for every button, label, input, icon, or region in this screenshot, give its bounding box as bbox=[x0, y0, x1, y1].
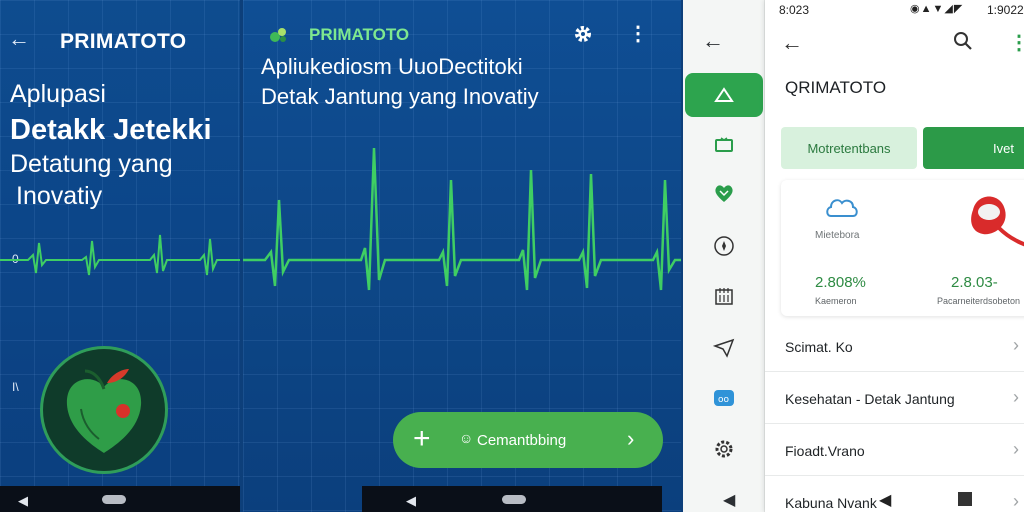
ecg-waveform bbox=[243, 147, 681, 291]
tv-icon bbox=[715, 137, 733, 152]
axis-label-bottom: I\ bbox=[12, 380, 19, 394]
tagline-line-3: Detatung yang bbox=[10, 150, 173, 178]
plus-icon: + bbox=[413, 422, 431, 455]
nav-back-icon[interactable]: ◀ bbox=[879, 490, 891, 510]
arrow-back-icon[interactable]: ← bbox=[781, 30, 803, 56]
app-logo-icon bbox=[270, 28, 286, 42]
stat-1-label: Kaemeron bbox=[815, 296, 857, 306]
rail-item-chat[interactable]: oo bbox=[685, 376, 763, 420]
app-logo bbox=[40, 346, 168, 474]
status-bar: 8:023 ◉▲▼◢◤ 1:9022 bbox=[765, 0, 1024, 20]
home-icon bbox=[714, 87, 734, 102]
status-battery: 1:9022 bbox=[987, 3, 1024, 17]
heart-apple-icon bbox=[66, 369, 142, 453]
list-item[interactable]: Fioadt.Vrano › bbox=[765, 424, 1024, 476]
screen-splash: ← PRIMATOTO Aplupasi Detakk Jetekki Deta… bbox=[0, 0, 240, 512]
list-item-label: Scimat. Ko bbox=[785, 339, 853, 355]
nav-back-icon[interactable]: ◀ bbox=[18, 493, 28, 509]
chevron-right-icon: › bbox=[1013, 491, 1019, 511]
tagline-line-2: Detakk Jetekki bbox=[10, 114, 212, 146]
chevron-right-icon: › bbox=[1013, 335, 1019, 355]
rail-item-compass[interactable] bbox=[685, 224, 763, 268]
arrow-back-icon[interactable]: ← bbox=[8, 28, 30, 50]
navigation-rail: ← oo ◀ bbox=[683, 0, 765, 512]
rail-item-home[interactable] bbox=[685, 73, 763, 117]
page-title: QRIMATOTO bbox=[785, 78, 887, 97]
main-panel: 8:023 ◉▲▼◢◤ 1:9022 ← ⋮ QRIMATOTO Motrete… bbox=[765, 0, 1024, 512]
status-time: 8:023 bbox=[779, 3, 810, 17]
rail-item-heart[interactable] bbox=[685, 171, 763, 215]
start-measure-label: Cemantbbing bbox=[477, 432, 567, 449]
list-item[interactable]: Kesehatan - Detak Jantung › bbox=[765, 372, 1024, 424]
list-item[interactable]: Scimat. Ko › bbox=[765, 320, 1024, 372]
stat-1-value: 2.808% bbox=[815, 274, 866, 291]
rail-item-tv[interactable] bbox=[685, 123, 763, 167]
system-nav-bar-2: ◀ bbox=[362, 486, 662, 512]
list-item-label: Kesehatan - Detak Jantung bbox=[785, 391, 955, 407]
tagline-line-1: Aplupasi bbox=[10, 80, 106, 108]
stat-2-value: 2.8.03- bbox=[951, 274, 998, 291]
svg-text:oo: oo bbox=[718, 395, 730, 405]
card-icon-label: Mietebora bbox=[815, 230, 860, 241]
start-measure-button[interactable]: + ☺ Cemantbbing › bbox=[393, 412, 663, 468]
nav-back-icon[interactable]: ◀ bbox=[723, 490, 735, 510]
nav-home-icon[interactable] bbox=[102, 495, 126, 504]
chevron-right-icon: › bbox=[1013, 387, 1019, 407]
secondary-button[interactable]: Motretentbans bbox=[781, 127, 917, 169]
chevron-right-icon: › bbox=[1013, 439, 1019, 459]
list-item-label: Fioadt.Vrano bbox=[785, 443, 865, 459]
stat-2-label: Pacarneiterdsobeton bbox=[937, 296, 1021, 306]
send-icon bbox=[713, 338, 735, 358]
gear-icon[interactable] bbox=[573, 24, 593, 44]
stats-card: Mietebora 2.808% Kaemeron 2.8.03- Pacarn… bbox=[781, 180, 1024, 316]
more-vert-icon[interactable]: ⋮ bbox=[628, 24, 648, 44]
arrow-back-icon[interactable]: ← bbox=[702, 28, 724, 54]
app-comparison-screenshot: ← PRIMATOTO Aplupasi Detakk Jetekki Deta… bbox=[0, 0, 1024, 512]
heart-monitor-device-icon bbox=[971, 196, 1024, 247]
app-title: PRIMATOTO bbox=[60, 30, 187, 53]
chat-icon: oo bbox=[714, 390, 734, 406]
calendar-icon bbox=[715, 288, 733, 305]
subtitle-line-1: Apliukediosm UuoDectitoki bbox=[261, 54, 523, 79]
primary-button[interactable]: Ivet bbox=[923, 127, 1024, 169]
heart-icon bbox=[715, 185, 733, 202]
rail-item-calendar[interactable] bbox=[685, 274, 763, 318]
nav-home-icon[interactable] bbox=[502, 495, 526, 504]
rail-item-settings[interactable] bbox=[685, 427, 763, 471]
list-item-label: Kabuna Nvank bbox=[785, 495, 877, 511]
chevron-right-icon: › bbox=[627, 426, 635, 451]
settings-icon bbox=[715, 440, 733, 458]
app-title: PRIMATOTO bbox=[309, 25, 410, 44]
ecg-waveform bbox=[0, 234, 240, 276]
screen-dashboard: ← oo ◀ 8:023 ◉▲▼◢◤ 1:9022 ← ⋮ QRIMATOTO … bbox=[683, 0, 1024, 512]
list-item[interactable]: Kabuna Nvank › bbox=[765, 476, 1024, 512]
settings-list: Scimat. Ko › Kesehatan - Detak Jantung ›… bbox=[765, 320, 1024, 512]
emoji-icon: ☺ bbox=[459, 430, 474, 446]
nav-recents-icon[interactable] bbox=[958, 492, 972, 506]
cloud-icon bbox=[826, 199, 858, 217]
screen-monitor: PRIMATOTO ⋮ Apliukediosm UuoDectitoki De… bbox=[243, 0, 681, 512]
tagline-line-4: Inovatiy bbox=[16, 182, 103, 210]
more-vert-icon[interactable]: ⋮ bbox=[1009, 30, 1024, 55]
system-nav-bar-1: ◀ bbox=[0, 486, 240, 512]
status-icons: ◉▲▼◢◤ bbox=[910, 3, 964, 15]
compass-icon bbox=[714, 236, 734, 256]
search-icon[interactable] bbox=[953, 31, 973, 51]
nav-back-icon[interactable]: ◀ bbox=[406, 493, 416, 509]
rail-item-send[interactable] bbox=[685, 326, 763, 370]
subtitle-line-2: Detak Jantung yang Inovatiy bbox=[261, 84, 539, 109]
